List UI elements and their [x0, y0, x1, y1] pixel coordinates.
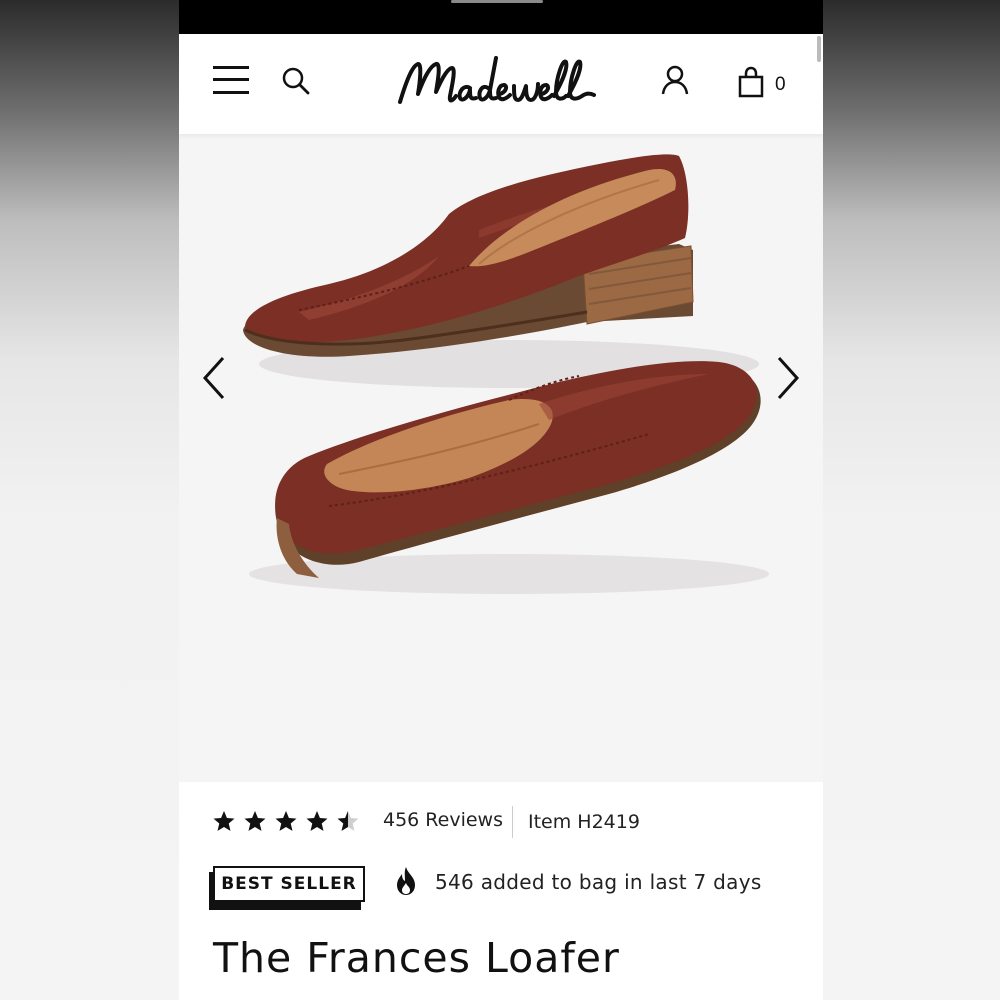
star-icon: [213, 811, 235, 831]
chevron-left-icon[interactable]: [201, 356, 229, 400]
status-indicator: [451, 0, 543, 3]
best-seller-badge: BEST SELLER: [213, 866, 365, 902]
bag-icon[interactable]: [737, 66, 765, 98]
reviews-link[interactable]: 456 Reviews: [383, 809, 503, 831]
status-bar: [179, 0, 823, 34]
backdrop-left: [0, 0, 179, 1000]
product-gallery: [179, 134, 823, 782]
item-number: Item H2419: [528, 811, 640, 833]
search-icon[interactable]: [281, 66, 311, 96]
star-icon: [306, 811, 328, 831]
divider: [512, 806, 513, 838]
site-header: 0: [179, 34, 823, 134]
star-icon: [337, 811, 359, 831]
chevron-right-icon[interactable]: [773, 356, 801, 400]
brand-logo[interactable]: [396, 52, 606, 116]
star-icon: [275, 811, 297, 831]
added-to-bag-count: 546 added to bag in last 7 days: [435, 870, 762, 894]
product-image[interactable]: [179, 134, 823, 782]
badge-row: BEST SELLER 546 added to bag in last 7 d…: [209, 866, 813, 914]
rating-row: 456 Reviews Item H2419: [213, 806, 813, 838]
fire-icon: [393, 866, 419, 896]
scrollbar[interactable]: [817, 36, 821, 62]
menu-icon[interactable]: [213, 64, 249, 96]
product-info: 456 Reviews Item H2419 BEST SELLER 546 a…: [179, 782, 823, 1000]
phone-screen: 0 456 Reviews Item H2419 BEST SELLER 546…: [179, 0, 823, 1000]
bag-count: 0: [775, 74, 786, 95]
product-title: The Frances Loafer: [213, 934, 620, 982]
account-icon[interactable]: [659, 64, 691, 96]
backdrop-right: [823, 0, 1000, 1000]
star-icon: [244, 811, 266, 831]
star-rating[interactable]: [213, 810, 363, 834]
